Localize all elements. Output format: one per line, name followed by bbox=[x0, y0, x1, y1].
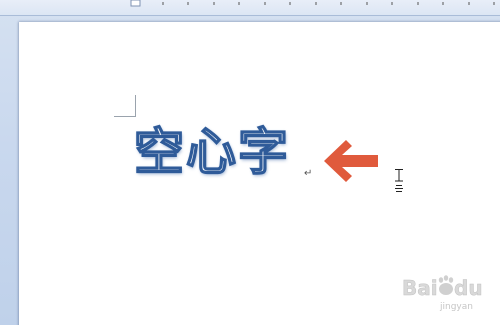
ruler-ticks bbox=[130, 0, 495, 7]
indent-marker-icon[interactable] bbox=[130, 0, 141, 7]
paragraph-mark: ↵ bbox=[304, 168, 313, 179]
svg-text:du: du bbox=[454, 276, 483, 300]
svg-text:Bai: Bai bbox=[402, 276, 438, 300]
baidu-jingyan-watermark: Bai du jingyan bbox=[400, 271, 492, 319]
i-beam-cursor-icon bbox=[395, 169, 403, 192]
baidu-logo-icon: Bai du jingyan bbox=[402, 275, 483, 312]
left-arrow-icon bbox=[324, 140, 378, 182]
horizontal-ruler[interactable] bbox=[0, 0, 500, 16]
document-workspace: 空心字 ↵ Bai du jingyan bbox=[0, 0, 500, 325]
text-boundary-corner-marker bbox=[114, 95, 136, 117]
svg-text:jingyan: jingyan bbox=[439, 302, 473, 312]
hollow-text-word[interactable]: 空心字 bbox=[133, 122, 290, 182]
